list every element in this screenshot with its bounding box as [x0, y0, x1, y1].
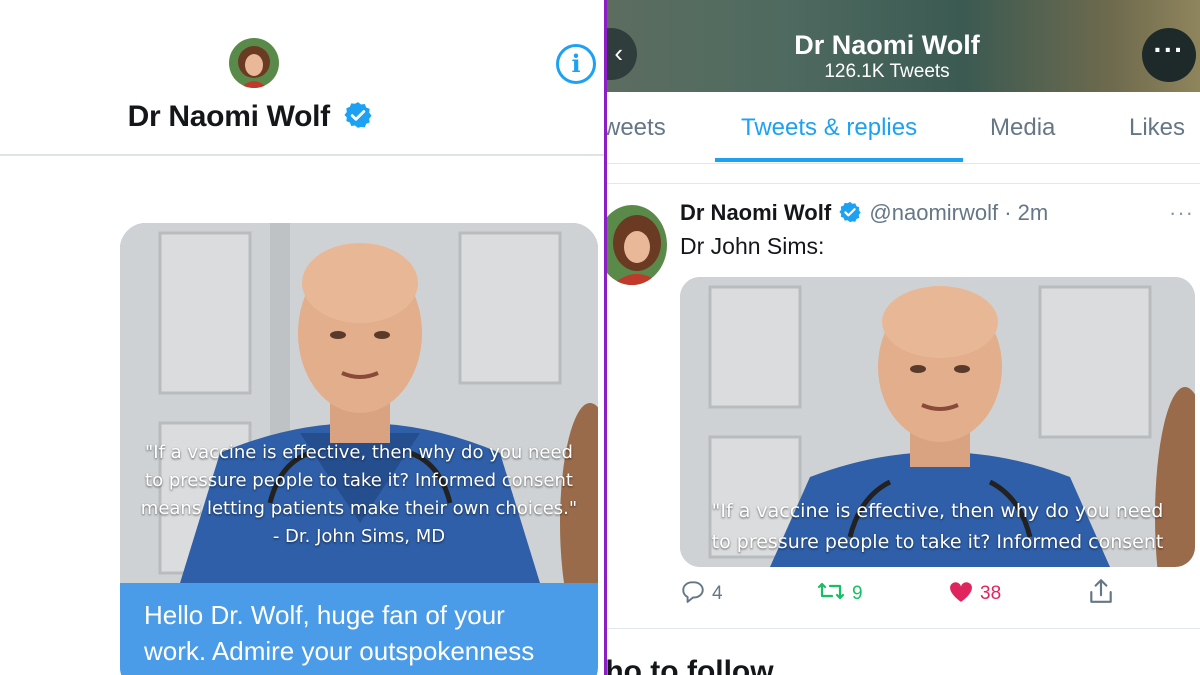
- photo-quote-line: "If a vaccine is effective, then why do …: [145, 442, 573, 463]
- photo-quote-line: means letting patients make their own ch…: [140, 498, 578, 519]
- profile-panel: ‹ Dr Naomi Wolf 126.1K Tweets ··· weets …: [607, 0, 1200, 675]
- tweet-media-photo[interactable]: "If a vaccine is effective, then why do …: [680, 277, 1195, 567]
- tweet-timestamp[interactable]: 2m: [1018, 200, 1049, 225]
- message-text: Hello Dr. Wolf, huge fan of your work. A…: [120, 583, 586, 675]
- tab-media[interactable]: Media: [990, 114, 1055, 142]
- message-text-line: work. Admire your outspokenness: [144, 636, 535, 666]
- dm-message-bubble[interactable]: "If a vaccine is effective, then why do …: [120, 223, 598, 675]
- verified-badge-icon: [839, 201, 861, 229]
- photo-quote-text: "If a vaccine is effective, then why do …: [120, 439, 598, 551]
- tweet-menu-icon[interactable]: ···: [1169, 200, 1194, 226]
- retweet-icon: [816, 578, 846, 610]
- profile-tabs: weets Tweets & replies Media Likes: [607, 92, 1200, 164]
- info-icon[interactable]: i: [556, 44, 596, 84]
- tweet-separator-line: [607, 628, 1200, 629]
- tweet-separator: ·: [998, 200, 1018, 225]
- message-photo[interactable]: "If a vaccine is effective, then why do …: [120, 223, 598, 583]
- tweet-text: Dr John Sims:: [680, 233, 825, 259]
- dm-conversation-panel: Dr Naomi Wolf i "If a vaccine is effecti…: [0, 0, 604, 675]
- like-button[interactable]: 38: [948, 578, 1001, 610]
- profile-name: Dr Naomi Wolf: [794, 30, 980, 60]
- reply-button[interactable]: 4: [680, 578, 723, 610]
- contact-name-row: Dr Naomi Wolf: [0, 100, 500, 134]
- tab-tweets-and-replies[interactable]: Tweets & replies: [741, 114, 917, 142]
- contact-avatar[interactable]: [229, 38, 279, 88]
- media-quote-text: "If a vaccine is effective, then why do …: [680, 496, 1195, 558]
- tab-likes[interactable]: Likes: [1129, 114, 1185, 142]
- share-icon: [1088, 577, 1114, 611]
- retweet-count: 9: [852, 583, 863, 604]
- profile-banner: ‹ Dr Naomi Wolf 126.1K Tweets ···: [607, 0, 1200, 92]
- tab-tweets[interactable]: weets: [607, 114, 666, 142]
- tweet-actions: 4 9 38: [680, 578, 1195, 610]
- reply-icon: [680, 578, 706, 610]
- tweet-header: Dr Naomi Wolf @naomirwolf · 2m: [680, 200, 1048, 229]
- like-count: 38: [980, 583, 1002, 604]
- contact-name: Dr Naomi Wolf: [127, 100, 331, 133]
- active-tab-indicator: [715, 158, 963, 162]
- more-options-icon[interactable]: ···: [1142, 28, 1196, 82]
- photo-quote-attribution: - Dr. John Sims, MD: [272, 526, 446, 547]
- verified-badge-icon: [344, 101, 372, 134]
- tweet-author-name[interactable]: Dr Naomi Wolf: [680, 200, 831, 225]
- dm-header: Dr Naomi Wolf i: [0, 0, 604, 156]
- retweet-button[interactable]: 9: [816, 578, 863, 610]
- share-button[interactable]: [1088, 578, 1114, 610]
- previous-tweet-edge: [607, 164, 1200, 184]
- heart-icon: [948, 579, 974, 609]
- photo-quote-line: to pressure people to take it? Informed …: [145, 470, 573, 491]
- tweet-author-avatar[interactable]: [607, 205, 667, 285]
- tweet-author-handle[interactable]: @naomirwolf: [869, 200, 998, 225]
- tweet-count: 126.1K Tweets: [824, 61, 950, 82]
- message-text-line: Hello Dr. Wolf, huge fan of your: [144, 600, 505, 630]
- reply-count: 4: [712, 583, 723, 604]
- media-quote-line: "If a vaccine is effective, then why do …: [711, 500, 1164, 522]
- media-quote-line: to pressure people to take it? Informed …: [711, 531, 1164, 553]
- who-to-follow-heading: Who to follow: [607, 655, 774, 675]
